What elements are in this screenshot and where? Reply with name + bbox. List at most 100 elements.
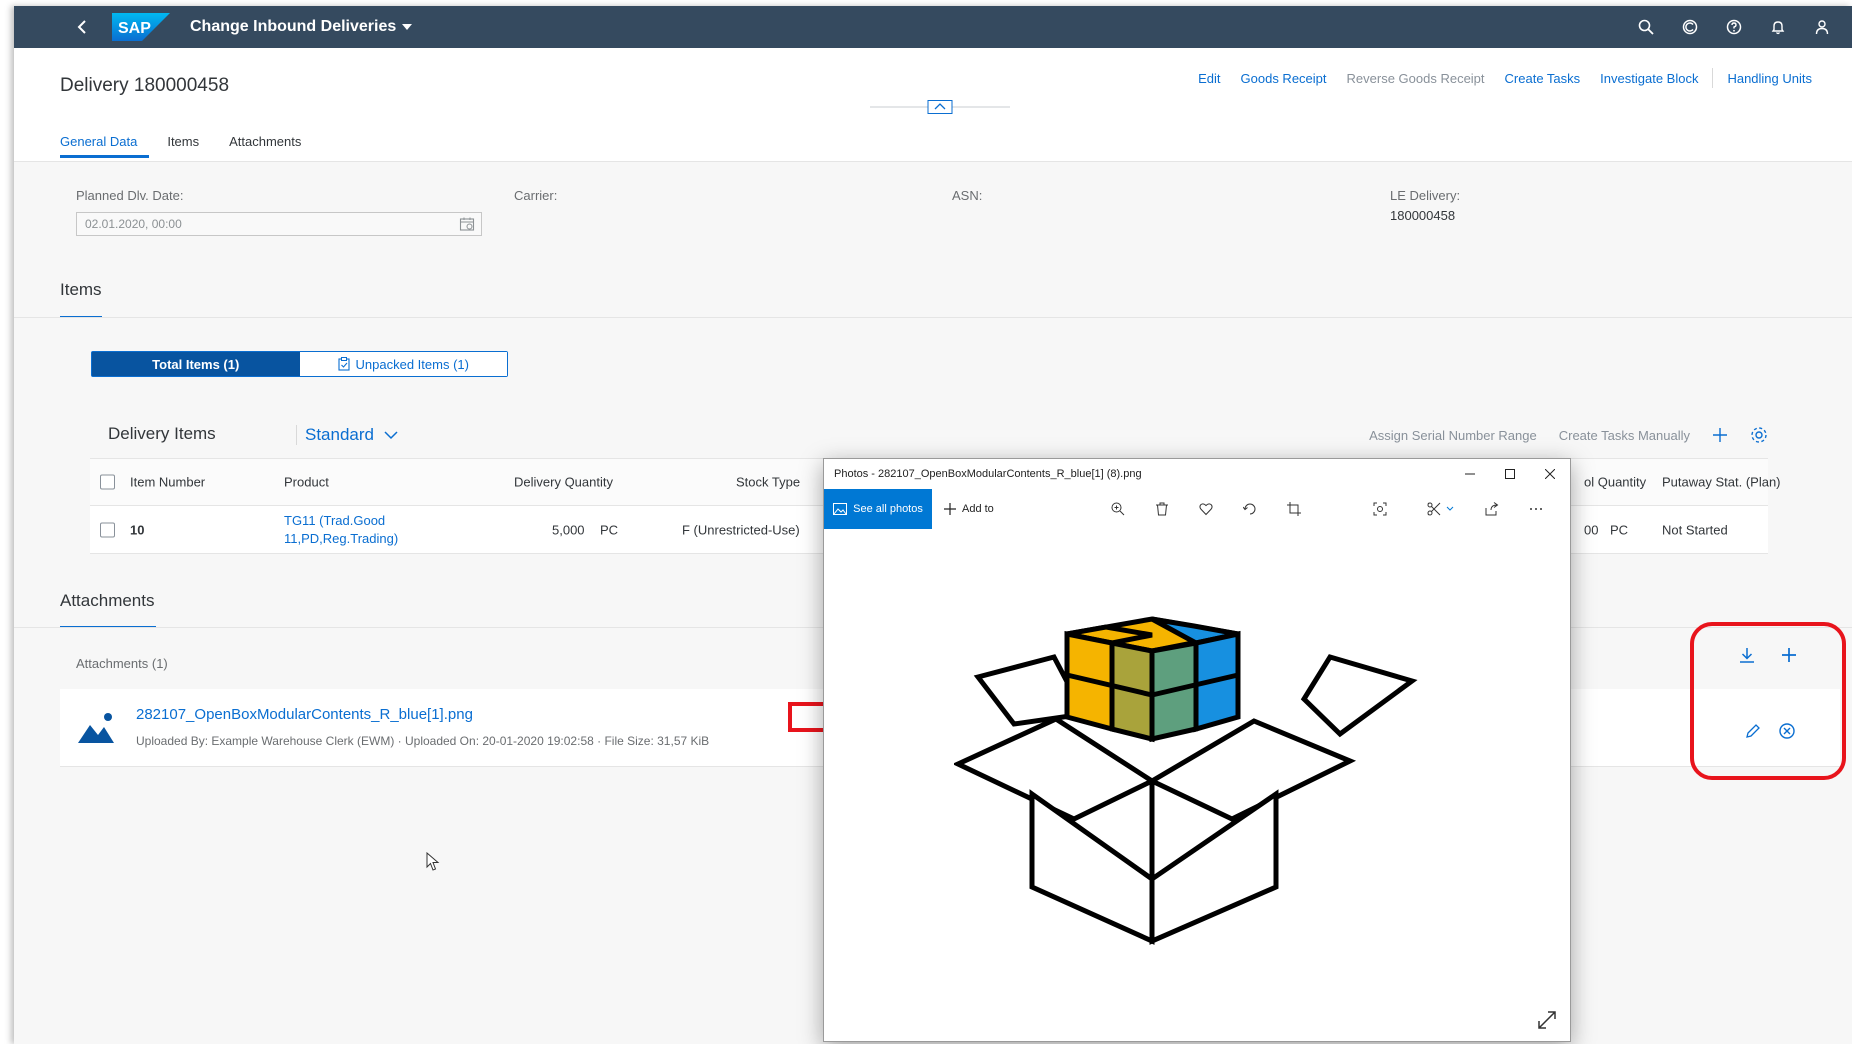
see-all-photos-button[interactable]: See all photos — [824, 489, 932, 529]
row-partial-qty: 00 — [1584, 522, 1599, 537]
fullscreen-button[interactable] — [1536, 1009, 1558, 1031]
row-quantity: 5,000 — [552, 522, 585, 537]
unpacked-items-segment[interactable]: Unpacked Items (1) — [299, 352, 507, 376]
row-item-number: 10 — [130, 522, 145, 537]
heart-icon — [1199, 503, 1213, 516]
clipboard-icon — [337, 357, 350, 371]
close-window-button[interactable] — [1530, 459, 1570, 489]
row-putaway-status: Not Started — [1662, 522, 1728, 537]
sap-logo[interactable]: SAP — [112, 13, 170, 41]
select-all-checkbox[interactable] — [100, 474, 115, 490]
zoom-in-icon — [1111, 502, 1125, 516]
trash-icon — [1156, 502, 1168, 516]
row-partial-unit: PC — [1610, 522, 1629, 537]
edit-create-button[interactable] — [1424, 497, 1460, 521]
row-product-link[interactable]: TG11 (Trad.Good 11,PD,Reg.Trading) — [284, 512, 398, 548]
attachments-section-title: Attachments — [60, 591, 155, 610]
col-stock-type[interactable]: Stock Type — [736, 475, 800, 490]
screenshot-stage: SAP Change Inbound Deliveries Delivery 1… — [0, 0, 1852, 1044]
app-title-menu[interactable]: Change Inbound Deliveries — [190, 18, 413, 36]
attachments-count: Attachments (1) — [76, 656, 168, 671]
col-item-number[interactable]: Item Number — [130, 475, 205, 490]
crop-button[interactable] — [1282, 497, 1306, 521]
tab-general-data[interactable]: General Data — [60, 134, 150, 158]
rotate-button[interactable] — [1238, 497, 1262, 521]
user-button[interactable] — [1810, 15, 1834, 39]
fiori-app: SAP Change Inbound Deliveries Delivery 1… — [14, 6, 1852, 1044]
col-putaway-status[interactable]: Putaway Stat. (Plan) — [1662, 475, 1781, 490]
shell-bar: SAP Change Inbound Deliveries — [14, 6, 1852, 48]
edit-attachment-button[interactable] — [1740, 718, 1766, 744]
minimize-icon — [1465, 473, 1475, 475]
add-to-button[interactable]: Add to — [944, 489, 994, 529]
row-stock-type: F (Unrestricted-Use) — [682, 522, 800, 537]
add-icon — [944, 503, 956, 515]
row-checkbox[interactable] — [100, 522, 115, 537]
pencil-icon — [1746, 724, 1760, 738]
asn-label: ASN: — [952, 188, 983, 203]
attachment-file-link[interactable]: 282107_OpenBoxModularContents_R_blue[1].… — [136, 706, 473, 723]
search-button[interactable] — [1634, 15, 1658, 39]
anchor-tabs: General Data Items Attachments — [60, 134, 331, 158]
caret-down-icon — [402, 24, 413, 30]
zoom-button[interactable] — [1106, 497, 1130, 521]
tab-attachments[interactable]: Attachments — [229, 134, 313, 158]
edit-create-icon — [1427, 502, 1454, 516]
more-options-button[interactable] — [1524, 497, 1548, 521]
reverse-goods-receipt-button[interactable]: Reverse Goods Receipt — [1337, 71, 1495, 86]
edit-button[interactable]: Edit — [1188, 71, 1230, 86]
goods-receipt-button[interactable]: Goods Receipt — [1231, 71, 1337, 86]
handling-units-button[interactable]: Handling Units — [1717, 71, 1822, 86]
user-icon — [1815, 20, 1829, 35]
tab-items[interactable]: Items — [167, 134, 211, 158]
open-box-image — [954, 616, 1418, 945]
create-tasks-button[interactable]: Create Tasks — [1495, 71, 1591, 86]
row-quantity-unit: PC — [600, 522, 619, 537]
investigate-block-button[interactable]: Investigate Block — [1590, 71, 1708, 86]
photos-window: Photos - 282107_OpenBoxModularContents_R… — [823, 458, 1571, 1042]
action-separator — [1712, 68, 1714, 88]
product-line-2: 11,PD,Reg.Trading) — [284, 530, 399, 546]
calendar-icon[interactable] — [459, 216, 475, 232]
planned-date-value: 02.01.2020, 00:00 — [85, 217, 182, 231]
total-items-segment[interactable]: Total Items (1) — [92, 352, 300, 376]
search-icon — [1638, 19, 1654, 35]
copilot-button[interactable] — [1678, 15, 1702, 39]
copilot-icon — [1682, 19, 1698, 35]
download-icon — [1740, 648, 1754, 663]
maximize-button[interactable] — [1490, 459, 1530, 489]
create-tasks-manually-button[interactable]: Create Tasks Manually — [1559, 428, 1690, 443]
maximize-icon — [1505, 469, 1515, 479]
col-product[interactable]: Product — [284, 475, 329, 490]
bell-icon — [1771, 21, 1785, 35]
back-button[interactable] — [62, 6, 102, 48]
minimize-button[interactable] — [1450, 459, 1490, 489]
variant-label: Standard — [305, 425, 374, 444]
delete-button[interactable] — [1150, 497, 1174, 521]
download-button[interactable] — [1734, 642, 1760, 668]
planned-date-input[interactable]: 02.01.2020, 00:00 — [76, 212, 482, 236]
share-icon — [1485, 502, 1499, 516]
add-attachment-button[interactable] — [1776, 642, 1802, 668]
add-icon[interactable] — [1712, 427, 1728, 443]
le-delivery-label: LE Delivery: — [1390, 188, 1461, 203]
add-to-label: Add to — [962, 503, 994, 515]
header-collapse-button[interactable] — [870, 100, 1010, 114]
notifications-button[interactable] — [1766, 15, 1790, 39]
col-delivery-quantity[interactable]: Delivery Quantity — [514, 475, 613, 490]
assign-serial-button[interactable]: Assign Serial Number Range — [1369, 428, 1537, 443]
unpacked-items-label: Unpacked Items (1) — [355, 356, 469, 372]
col-quantity-partial[interactable]: ol Quantity — [1584, 475, 1646, 490]
favorite-button[interactable] — [1194, 497, 1218, 521]
settings-gear-icon[interactable] — [1750, 426, 1768, 444]
delete-attachment-button[interactable] — [1774, 718, 1800, 744]
planned-date-label: Planned Dlv. Date: — [76, 188, 184, 203]
variant-selector[interactable]: Standard — [296, 425, 398, 445]
share-button[interactable] — [1480, 497, 1504, 521]
box-body-left — [1029, 789, 1155, 945]
close-icon — [1545, 469, 1555, 479]
enhance-button[interactable] — [1368, 497, 1392, 521]
photos-toolbar: See all photos Add to — [824, 489, 1570, 529]
help-button[interactable] — [1722, 15, 1746, 39]
delivery-items-toolbar: Delivery Items Standard Assign Serial Nu… — [90, 416, 1768, 452]
